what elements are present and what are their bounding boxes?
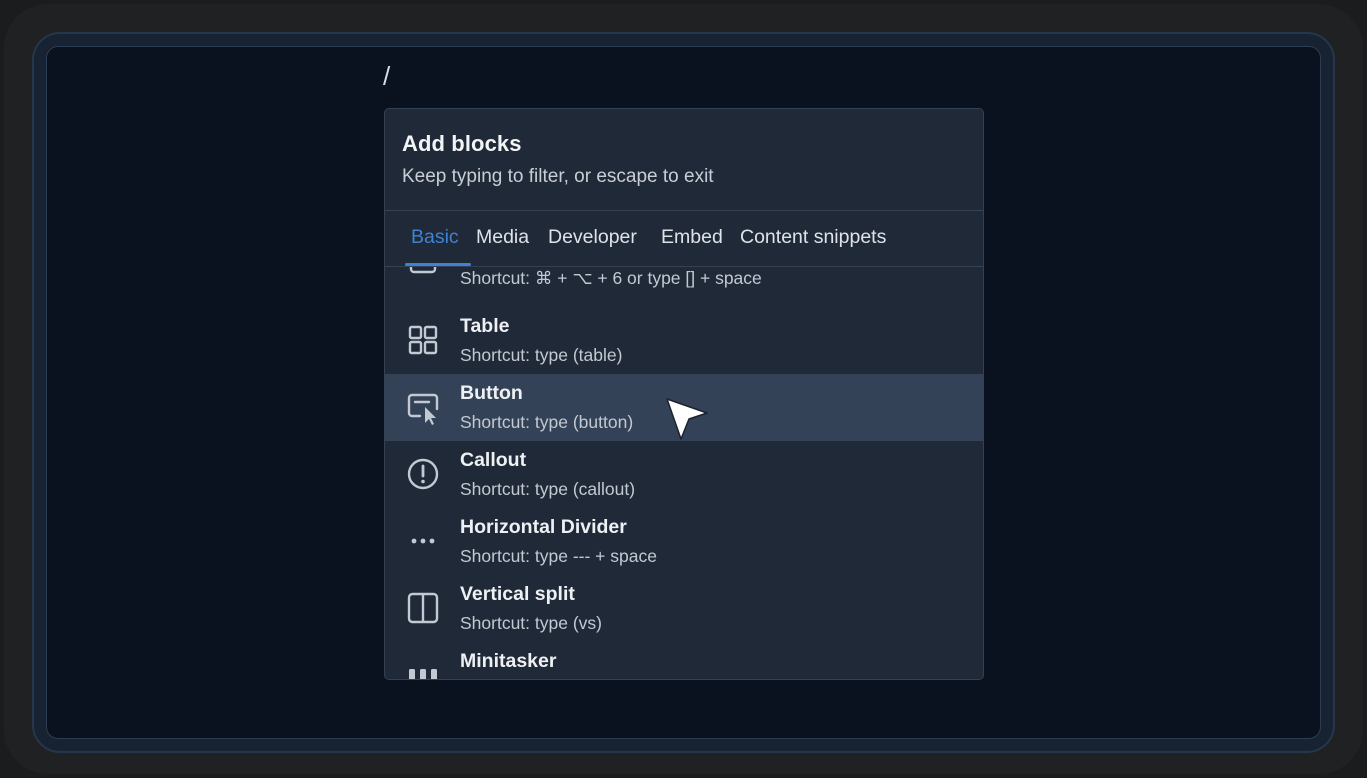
item-shortcut: Shortcut: type (callout) [460, 479, 636, 499]
item-name: Horizontal Divider [460, 516, 627, 538]
item-name: Table [460, 315, 510, 337]
editor-screen[interactable]: / Add blocks Keep typing to filter, or e… [46, 46, 1321, 739]
typed-slash-command: / [383, 61, 391, 91]
item-name: Vertical split [460, 583, 575, 605]
menu-subtitle: Keep typing to filter, or escape to exit [402, 166, 714, 187]
block-list[interactable]: Shortcut: ⌘ + ⌥ + 6 or type [] + space T… [385, 267, 983, 679]
table-grid-icon [403, 320, 443, 360]
tab-developer[interactable]: Developer [548, 226, 637, 249]
menu-header: Add blocks Keep typing to filter, or esc… [385, 109, 983, 211]
minitasker-icon [403, 655, 443, 679]
add-blocks-menu: Add blocks Keep typing to filter, or esc… [384, 108, 984, 680]
item-name: Minitasker [460, 650, 557, 672]
category-tabs: Basic Media Developer Embed Content snip… [385, 210, 983, 267]
item-name: Button [460, 382, 523, 404]
list-item-checklist[interactable]: Shortcut: ⌘ + ⌥ + 6 or type [] + space [385, 267, 983, 293]
tab-embed[interactable]: Embed [661, 226, 723, 249]
list-item-callout[interactable]: Callout Shortcut: type (callout) [385, 441, 983, 508]
dots-horizontal-icon [403, 521, 443, 561]
mouse-pointer-icon [666, 398, 708, 440]
tab-media[interactable]: Media [476, 226, 529, 249]
item-shortcut: Shortcut: type (vs) [460, 613, 602, 633]
list-item-minitasker[interactable]: Minitasker [385, 642, 983, 679]
item-shortcut: Shortcut: ⌘ + ⌥ + 6 or type [] + space [460, 268, 762, 288]
list-item-table[interactable]: Table Shortcut: type (table) [385, 307, 983, 374]
tab-basic[interactable]: Basic [411, 226, 459, 249]
tab-content-snippets[interactable]: Content snippets [740, 226, 886, 249]
exclamation-circle-icon [403, 454, 443, 494]
list-item-horizontal-divider[interactable]: Horizontal Divider Shortcut: type --- + … [385, 508, 983, 575]
item-shortcut: Shortcut: type --- + space [460, 546, 657, 566]
split-columns-icon [403, 588, 443, 628]
item-shortcut: Shortcut: type (table) [460, 345, 623, 365]
button-cursor-icon [403, 387, 443, 427]
checkbox-icon [403, 267, 443, 280]
item-name: Callout [460, 449, 527, 471]
active-tab-indicator [405, 263, 471, 266]
item-shortcut: Shortcut: type (button) [460, 412, 634, 432]
list-item-vertical-split[interactable]: Vertical split Shortcut: type (vs) [385, 575, 983, 642]
menu-title: Add blocks [402, 131, 522, 156]
